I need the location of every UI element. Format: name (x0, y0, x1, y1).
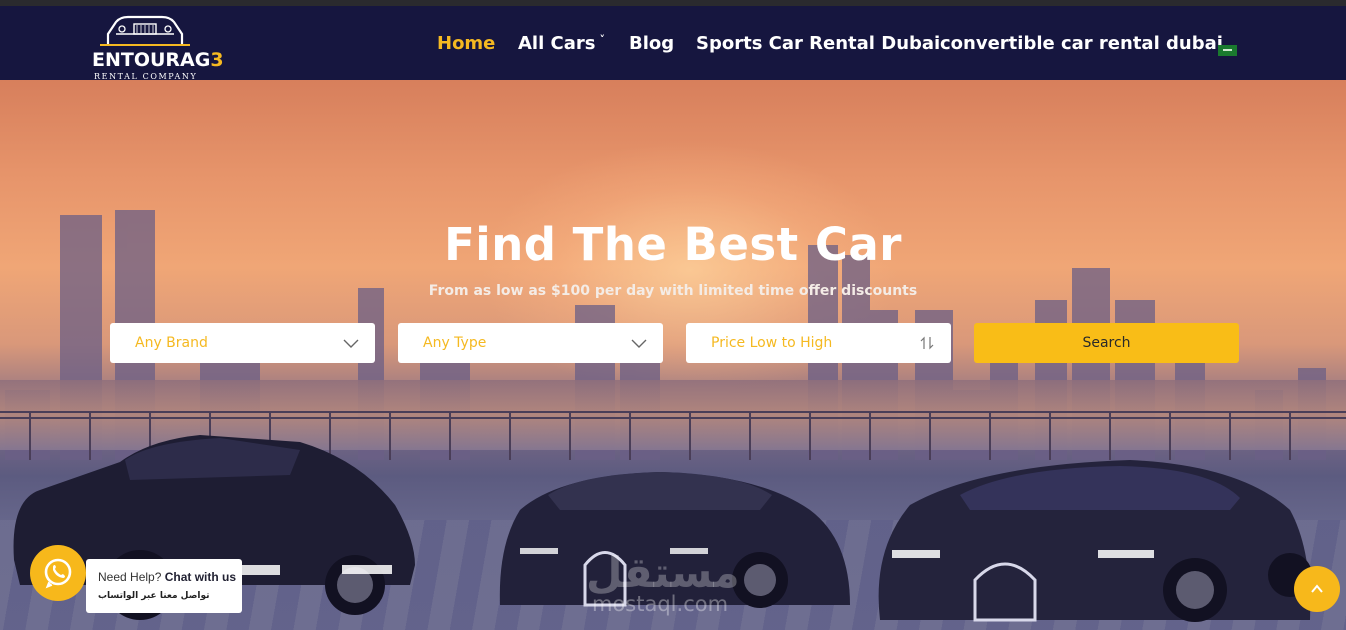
sort-arrows-icon (920, 336, 934, 350)
nav-home[interactable]: Home (437, 33, 495, 54)
chevron-up-icon (1311, 584, 1323, 593)
chevron-down-icon (343, 339, 359, 348)
hero-subtitle: From as low as $100 per day with limited… (428, 283, 918, 299)
chevron-down-icon (631, 339, 647, 348)
watermark-latin: mostaql.com (592, 592, 729, 616)
whatsapp-button[interactable] (30, 545, 86, 601)
navbar: ENTOURAG3 RENTAL COMPANY Home All Cars ˅ … (0, 6, 1346, 81)
nav-sports-car-rental[interactable]: Sports Car Rental Dubai (696, 33, 940, 54)
nav-convertible-car-rental[interactable]: convertible car rental dubai (940, 33, 1223, 54)
nav-all-cars[interactable]: All Cars ˅ (518, 33, 605, 54)
flag-icon[interactable] (1218, 45, 1237, 56)
whatsapp-chat-label: Chat with us (164, 570, 237, 584)
mostaql-watermark: مستقل mostaql.com (586, 548, 761, 618)
logo-word-light: ENTOURAG (92, 49, 211, 71)
sort-select-value: Price Low to High (711, 335, 833, 351)
hero-title: Find The Best Car (444, 218, 902, 271)
nav-all-cars-label: All Cars (518, 33, 596, 54)
type-select[interactable]: Any Type (398, 323, 663, 363)
sort-select[interactable]: Price Low to High (686, 323, 951, 363)
car-logo-icon (100, 15, 190, 46)
search-button[interactable]: Search (974, 323, 1239, 363)
whatsapp-icon (44, 558, 72, 589)
whatsapp-prefix: Need Help? (98, 570, 165, 584)
logo-wordmark: ENTOURAG3 (92, 49, 224, 71)
watermark-arabic: مستقل (586, 548, 740, 597)
whatsapp-arabic-text: تواصل معنا عبر الواتساب (98, 591, 210, 601)
type-select-value: Any Type (423, 335, 487, 351)
brand-select-value: Any Brand (135, 335, 208, 351)
whatsapp-help-text: Need Help? Chat with us (98, 570, 236, 584)
car-right (878, 460, 1312, 622)
brand-logo[interactable]: ENTOURAG3 RENTAL COMPANY (90, 14, 224, 81)
brand-select[interactable]: Any Brand (110, 323, 375, 363)
nav-blog[interactable]: Blog (629, 33, 674, 54)
chevron-down-icon: ˅ (599, 33, 605, 46)
whatsapp-chat-bubble[interactable]: Need Help? Chat with us تواصل معنا عبر ا… (86, 559, 242, 613)
logo-word-gold: 3 (210, 49, 224, 71)
scroll-to-top-button[interactable] (1294, 566, 1340, 612)
